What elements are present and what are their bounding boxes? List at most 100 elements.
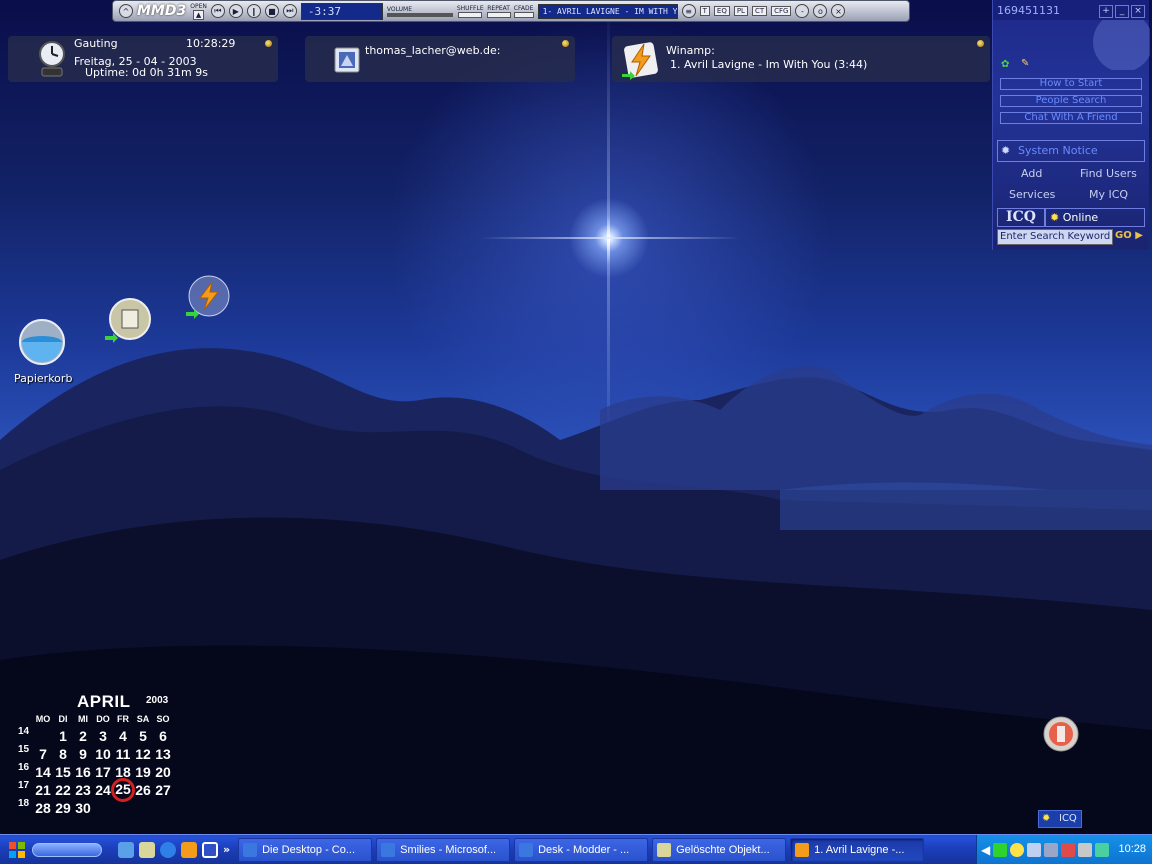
antivirus-tray-icon[interactable] [1061,843,1076,857]
icq-go-button[interactable]: GO ▶ [1115,230,1143,241]
winamp-ql-icon[interactable] [181,841,197,858]
save-ql-icon[interactable] [202,841,218,858]
taskbar-task-button[interactable]: Gelöschte Objekt... [652,837,787,862]
calendar-day[interactable]: 28 [33,800,53,816]
stop-button[interactable]: ■ [264,4,279,18]
winamp-menu-button[interactable]: ^ [119,4,133,18]
calendar-day[interactable]: 11 [113,746,133,762]
shuffle-toggle[interactable] [458,11,483,18]
calendar-day[interactable]: 29 [53,800,73,816]
calendar-day[interactable]: 9 [73,746,93,762]
calendar-day[interactable]: 19 [133,764,153,780]
calendar-day[interactable]: 10 [93,746,113,762]
icq-add-menu[interactable]: Add [1021,167,1042,180]
calendar-day[interactable]: 5 [133,728,153,744]
recycle-bin-icon[interactable] [17,318,67,368]
calendar-day[interactable]: 27 [153,782,173,798]
track-title-display[interactable]: 1- AVRIL LAVIGNE - IM WITH YOU [537,3,678,19]
volume-tray-icon[interactable] [1078,843,1093,857]
calendar-day[interactable]: 1 [53,728,73,744]
calendar-day[interactable]: 13 [153,746,173,762]
taskbar-task-button[interactable]: Desk - Modder - ... [514,837,649,862]
taskbar-task-button[interactable]: Smilies - Microsof... [376,837,511,862]
icq-logo[interactable]: ICQ [997,208,1045,227]
recycle-bin-label[interactable]: Papierkorb [14,372,72,385]
prev-button[interactable]: ⏮ [210,4,225,18]
widget-handle-icon[interactable] [562,40,569,47]
icq-find-users-menu[interactable]: Find Users [1080,167,1137,180]
icq-search-input[interactable]: Enter Search Keyword [997,229,1113,245]
icq-add-icon[interactable]: + [1099,4,1113,18]
calendar-day[interactable]: 6 [153,728,173,744]
desktop-ql-icon[interactable] [118,841,134,858]
icq-chat-friend-link[interactable]: Chat With A Friend [1000,112,1142,124]
winamp-desktop-icon[interactable] [186,274,232,320]
equalizer-icon[interactable]: ≡ [681,4,696,18]
update-tray-icon[interactable] [1095,843,1110,857]
minimize-icon[interactable]: - [795,4,810,18]
calendar-day[interactable]: 2 [73,728,93,744]
winamp-widget[interactable]: Winamp: 1. Avril Lavigne - Im With You (… [612,36,990,82]
time-display[interactable]: -3:37 [300,2,383,20]
close-icon[interactable]: × [831,4,846,18]
document-shortcut-icon[interactable] [105,298,153,344]
icq-services-menu[interactable]: Services [1009,188,1055,201]
icq-close-icon[interactable]: × [1131,4,1145,18]
icq-system-notice[interactable]: ✹ System Notice [997,140,1145,162]
toggle-t-button[interactable]: T [699,6,710,16]
toggle-ct-button[interactable]: CT [751,6,768,16]
chevron-more-icon[interactable]: » [223,843,230,856]
calendar-day[interactable]: 7 [33,746,53,762]
widget-handle-icon[interactable] [265,40,272,47]
taskbar-task-button[interactable]: 1. Avril Lavigne -... [790,837,925,862]
icq-status-selector[interactable]: ✹ Online [1045,208,1145,227]
tray-arrow-icon[interactable]: ◀ [981,843,990,857]
volume-slider[interactable] [386,12,453,17]
calendar-day[interactable]: 22 [53,782,73,798]
calendar-day[interactable]: 26 [133,782,153,798]
toggle-eq-button[interactable]: EQ [713,6,730,16]
toggle-cfg-button[interactable]: CFG [771,6,792,16]
calendar-day[interactable]: 30 [73,800,93,816]
calendar-day[interactable]: 17 [93,764,113,780]
icq-flower-icon[interactable]: ✿ [1001,59,1009,70]
pause-button[interactable]: ❙ [246,4,261,18]
open-button[interactable]: ▲ [192,9,205,20]
shade-icon[interactable]: o [813,4,828,18]
toggle-pl-button[interactable]: PL [733,6,748,16]
next-button[interactable]: ⏭ [282,4,297,18]
icq-people-search-link[interactable]: People Search [1000,95,1142,107]
calendar-day[interactable]: 15 [53,764,73,780]
icq-how-to-start-link[interactable]: How to Start [1000,78,1142,90]
start-button[interactable] [0,835,110,864]
calendar-day[interactable]: 4 [113,728,133,744]
calendar-day[interactable]: 12 [133,746,153,762]
taskbar-clock[interactable]: 10:28 [1118,843,1146,855]
calendar-day[interactable]: 21 [33,782,53,798]
taskbar-task-button[interactable]: Die Desktop - Co... [238,837,373,862]
icq-my-icq-menu[interactable]: My ICQ [1089,188,1128,201]
printer-tray-icon[interactable] [1044,843,1059,857]
folder-ql-icon[interactable] [139,841,155,858]
calendar-day[interactable]: 3 [93,728,113,744]
calendar-day[interactable]: 23 [73,782,93,798]
mail-widget[interactable]: thomas_lacher@web.de: [305,36,575,82]
icq-minimize-icon[interactable]: _ [1115,4,1129,18]
calendar-day-today[interactable]: 25 [111,778,135,802]
network-tray-icon[interactable] [993,843,1008,857]
calendar-day[interactable]: 20 [153,764,173,780]
icq-floating-button[interactable]: ✹ ICQ [1038,810,1082,828]
repeat-toggle[interactable] [486,11,511,18]
internet-explorer-icon[interactable] [160,841,176,858]
cfade-toggle[interactable] [513,11,534,18]
calendar-day[interactable]: 16 [73,764,93,780]
widget-handle-icon[interactable] [977,40,984,47]
calendar-day[interactable]: 8 [53,746,73,762]
shutdown-icon[interactable] [1042,715,1080,753]
calendar-day[interactable]: 14 [33,764,53,780]
icq-note-icon[interactable]: ✎ [1021,58,1029,69]
calendar-day[interactable]: 24 [93,782,113,798]
play-button[interactable]: ▶ [228,4,243,18]
monitor-tray-icon[interactable] [1027,843,1042,857]
clock-widget[interactable]: Gauting 10:28:29 Freitag, 25 - 04 - 2003… [8,36,278,82]
